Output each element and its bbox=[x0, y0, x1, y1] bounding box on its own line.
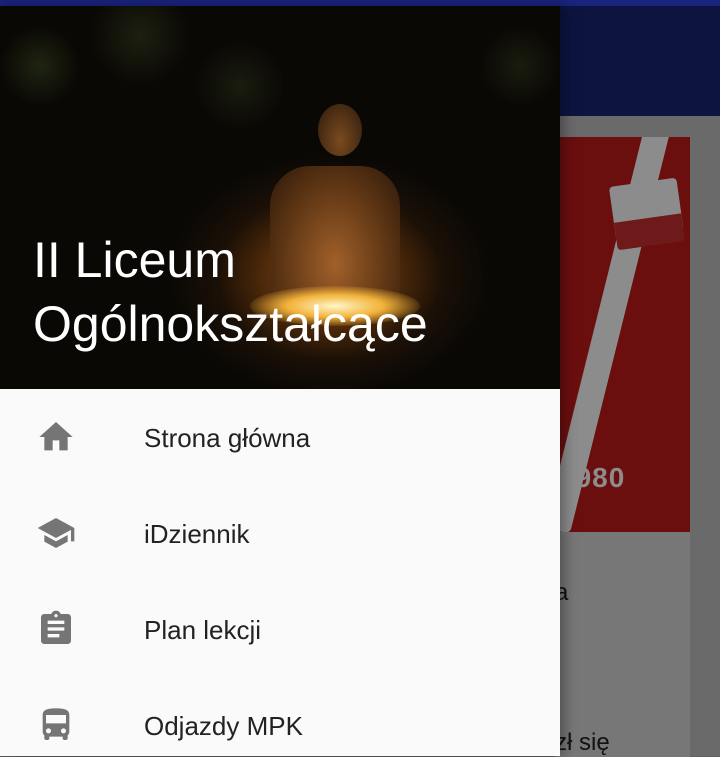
menu-item-plan-lekcji[interactable]: Plan lekcji bbox=[0, 581, 560, 677]
menu-item-home[interactable]: Strona główna bbox=[0, 389, 560, 485]
menu-item-idziennik[interactable]: iDziennik bbox=[0, 485, 560, 581]
home-icon bbox=[36, 417, 76, 457]
header-photo-statue-head bbox=[318, 104, 362, 156]
navigation-drawer: II Liceum Ogólnokształcące Strona główna… bbox=[0, 6, 560, 756]
menu-item-label: Strona główna bbox=[144, 423, 311, 453]
school-name: II Liceum Ogólnokształcące bbox=[33, 228, 553, 356]
school-name-line-2: Ogólnokształcące bbox=[33, 296, 428, 352]
menu-item-label: Odjazdy MPK bbox=[144, 711, 303, 741]
school-name-line-1: II Liceum bbox=[33, 232, 236, 288]
menu-item-odjazdy-mpk[interactable]: Odjazdy MPK bbox=[0, 677, 560, 756]
menu-item-label: Plan lekcji bbox=[144, 615, 262, 645]
bus-icon bbox=[36, 705, 76, 745]
graduation-cap-icon bbox=[36, 513, 76, 553]
drawer-header: II Liceum Ogólnokształcące bbox=[0, 6, 560, 389]
clipboard-icon bbox=[36, 609, 76, 649]
drawer-menu: Strona główna iDziennik Plan lekcji Odja… bbox=[0, 389, 560, 756]
menu-item-label: iDziennik bbox=[144, 519, 250, 549]
